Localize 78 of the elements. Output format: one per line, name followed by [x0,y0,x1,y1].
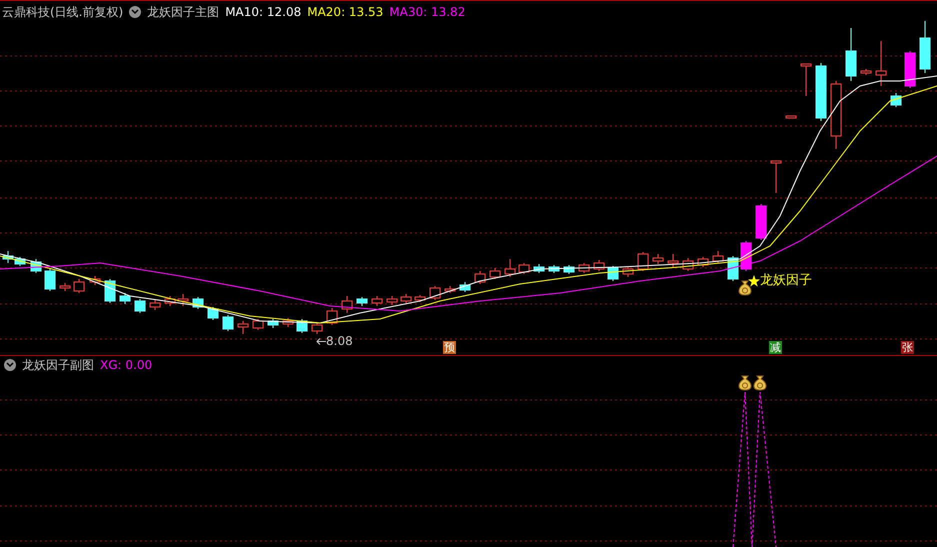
indicator-reading: XG: 0.00 [100,357,152,374]
candlestick [594,260,604,272]
signal-label: 龙妖因子 [760,272,812,290]
candlestick [800,64,812,96]
candlestick [756,204,766,240]
candlestick [652,254,664,264]
candlestick [770,160,782,194]
signal-marker: 张 [901,341,914,354]
candlestick [444,286,456,294]
candlestick [30,258,42,274]
candlestick [386,296,398,306]
candlestick [564,264,574,274]
candlestick [414,294,426,302]
signal-marker: 预 [443,341,456,354]
money-bag-icon [738,375,752,391]
candlestick [876,40,886,86]
candlestick [682,258,694,272]
candlestick [534,264,544,274]
candlestick [90,276,100,286]
candlestick [740,240,752,272]
candlestick [668,254,678,268]
candlestick [622,266,634,278]
indicator-name: 龙妖因子主图 [147,4,220,21]
candlestick [890,92,902,108]
candlestick [312,322,322,334]
candlestick [490,268,500,280]
candlestick [164,296,176,306]
candlestick [518,262,530,274]
left-arrow-icon [316,338,326,344]
candlestick [712,250,724,264]
candlestick [400,294,412,304]
candlestick [460,282,470,292]
candlestick [178,294,188,306]
candlestick [150,300,160,310]
dropdown-icon[interactable] [129,6,142,18]
candlestick [44,268,56,292]
candlestick [638,252,648,272]
candlestick [208,306,218,320]
stock-title: 云鼎科技(日线.前复权) [2,4,124,21]
candlestick [904,50,916,88]
money-bag-icon [753,375,767,391]
candlestick [252,318,264,330]
candlestick [104,278,116,304]
candlestick [74,278,84,294]
candlestick [14,256,26,266]
candlestick [222,314,234,332]
candlestick [60,282,70,292]
candlestick [698,256,708,268]
star-icon [748,274,760,287]
candlestick [608,266,618,282]
candlestick [268,318,278,328]
candlestick [430,286,440,300]
candlestick [356,296,368,306]
signal-marker: 减 [769,341,782,354]
moving-average-reading: MA20: 13.53 [307,4,384,21]
candlestick [920,20,930,74]
candlestick [238,320,248,334]
candlestick [786,116,796,118]
candlestick [134,298,146,314]
candlestick [578,262,590,274]
candlestick [2,250,14,264]
candlestick [504,258,516,278]
candlestick [816,62,826,122]
candlestick [342,296,352,314]
indicator-name: 龙妖因子副图 [22,357,94,374]
money-bag-icon [738,280,752,296]
candlestick [474,270,486,284]
dropdown-icon[interactable] [4,359,16,371]
candlestick [548,264,560,274]
candlestick [120,292,130,304]
candlestick [282,318,294,328]
moving-average-reading: MA10: 12.08 [225,4,302,21]
low-price-label: 8.08 [326,333,353,350]
candlestick [846,28,856,82]
moving-average-reading: MA30: 13.82 [389,4,466,21]
candlestick [830,80,842,150]
candlestick [192,296,204,310]
candlestick [372,296,382,306]
